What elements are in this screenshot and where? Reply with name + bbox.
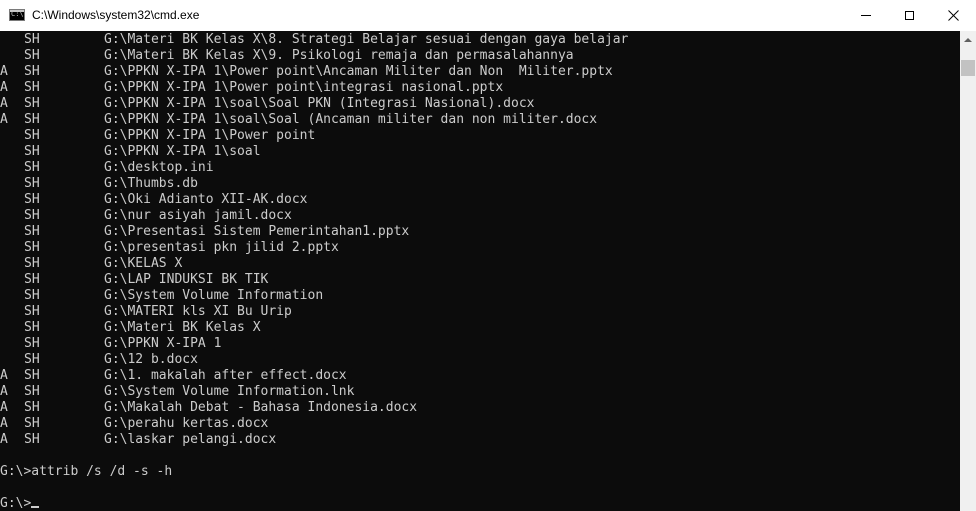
attr-archive-flag: A: [0, 112, 8, 127]
close-button[interactable]: [930, 0, 976, 31]
attr-system-hidden-flag: SH: [24, 432, 40, 447]
maximize-button[interactable]: [886, 0, 932, 31]
attr-system-hidden-flag: SH: [24, 64, 40, 79]
attr-system-hidden-flag: SH: [24, 272, 40, 287]
attr-archive-flag: A: [0, 400, 8, 415]
file-path: G:\laskar pelangi.docx: [104, 432, 277, 447]
vertical-scrollbar[interactable]: [960, 31, 976, 511]
command-text: G:\>attrib /s /d -s -h: [0, 464, 173, 479]
console-output[interactable]: SH G:\Materi BK Kelas X\8. Strategi Belaj…: [0, 31, 960, 511]
file-path: G:\PPKN X-IPA 1\soal: [104, 144, 261, 159]
attr-system-hidden-flag: SH: [24, 304, 40, 319]
attr-system-hidden-flag: SH: [24, 256, 40, 271]
file-path: G:\PPKN X-IPA 1\soal\Soal (Ancaman milit…: [104, 112, 598, 127]
file-path: G:\PPKN X-IPA 1: [104, 336, 222, 351]
file-path: G:\LAP INDUKSI BK TIK: [104, 272, 269, 287]
window-title: C:\Windows\system32\cmd.exe: [32, 8, 200, 22]
attr-system-hidden-flag: SH: [24, 160, 40, 175]
file-path: G:\Oki Adianto XII-AK.docx: [104, 192, 308, 207]
file-path: G:\12 b.docx: [104, 352, 198, 367]
title-bar[interactable]: C:\ C:\Windows\system32\cmd.exe: [0, 0, 976, 31]
file-path: G:\Thumbs.db: [104, 176, 198, 191]
attr-system-hidden-flag: SH: [24, 96, 40, 111]
attr-archive-flag: A: [0, 432, 8, 447]
attr-system-hidden-flag: SH: [24, 416, 40, 431]
scroll-thumb[interactable]: [961, 60, 975, 76]
icon-prompt-glyph: C:\: [11, 10, 24, 18]
attr-system-hidden-flag: SH: [24, 80, 40, 95]
attr-system-hidden-flag: SH: [24, 368, 40, 383]
attr-archive-flag: A: [0, 96, 8, 111]
cmd-window: C:\ C:\Windows\system32\cmd.exe SH G:\Mat…: [0, 0, 976, 511]
attr-system-hidden-flag: SH: [24, 112, 40, 127]
attr-system-hidden-flag: SH: [24, 48, 40, 63]
attr-system-hidden-flag: SH: [24, 176, 40, 191]
prompt-wrapper[interactable]: G:\>: [0, 496, 40, 511]
file-path: G:\Materi BK Kelas X: [104, 320, 261, 335]
attr-archive-flag: A: [0, 368, 8, 383]
file-path: G:\Presentasi Sistem Pemerintahan1.pptx: [104, 224, 410, 239]
file-path: G:\System Volume Information: [104, 288, 324, 303]
chevron-up-icon: [964, 37, 972, 42]
file-path: G:\Materi BK Kelas X\9. Psikologi remaja…: [104, 48, 574, 63]
scroll-up-button[interactable]: [960, 31, 976, 48]
attr-system-hidden-flag: SH: [24, 320, 40, 335]
attr-system-hidden-flag: SH: [24, 240, 40, 255]
attr-system-hidden-flag: SH: [24, 192, 40, 207]
attr-archive-flag: A: [0, 80, 8, 95]
file-path: G:\PPKN X-IPA 1\Power point: [104, 128, 316, 143]
prompt-text: G:\>: [0, 496, 32, 511]
file-path: G:\perahu kertas.docx: [104, 416, 269, 431]
file-path: G:\System Volume Information.lnk: [104, 384, 355, 399]
file-path: G:\1. makalah after effect.docx: [104, 368, 347, 383]
file-path: G:\KELAS X: [104, 256, 183, 271]
attr-system-hidden-flag: SH: [24, 352, 40, 367]
attr-system-hidden-flag: SH: [24, 400, 40, 415]
attr-archive-flag: A: [0, 384, 8, 399]
attr-archive-flag: A: [0, 64, 8, 79]
file-path: G:\nur asiyah jamil.docx: [104, 208, 292, 223]
file-path: G:\desktop.ini: [104, 160, 214, 175]
maximize-icon: [904, 11, 914, 20]
file-path: G:\presentasi pkn jilid 2.pptx: [104, 240, 339, 255]
file-path: G:\Materi BK Kelas X\8. Strategi Belajar…: [104, 32, 629, 47]
attr-system-hidden-flag: SH: [24, 336, 40, 351]
file-path: G:\MATERI kls XI Bu Urip: [104, 304, 292, 319]
close-icon: [947, 10, 959, 21]
file-path: G:\PPKN X-IPA 1\Power point\Ancaman Mili…: [104, 64, 613, 79]
file-path: G:\PPKN X-IPA 1\Power point\integrasi na…: [104, 80, 504, 95]
attr-system-hidden-flag: SH: [24, 224, 40, 239]
attr-system-hidden-flag: SH: [24, 208, 40, 223]
attr-system-hidden-flag: SH: [24, 384, 40, 399]
attr-system-hidden-flag: SH: [24, 144, 40, 159]
attr-system-hidden-flag: SH: [24, 32, 40, 47]
attr-system-hidden-flag: SH: [24, 288, 40, 303]
file-path: G:\PPKN X-IPA 1\soal\Soal PKN (Integrasi…: [104, 96, 535, 111]
text-cursor: [31, 506, 40, 508]
minimize-icon: [861, 15, 871, 16]
minimize-button[interactable]: [843, 0, 889, 31]
file-path: G:\Makalah Debat - Bahasa Indonesia.docx: [104, 400, 418, 415]
attr-archive-flag: A: [0, 416, 8, 431]
cmd-console-icon[interactable]: C:\: [9, 9, 25, 21]
attr-system-hidden-flag: SH: [24, 128, 40, 143]
